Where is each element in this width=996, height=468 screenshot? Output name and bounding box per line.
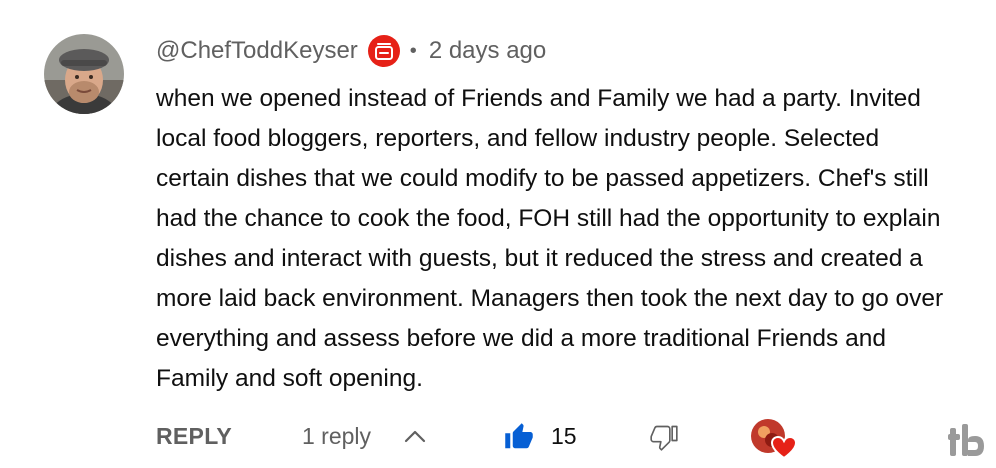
comment-header: @ChefToddKeyser • 2 days ago <box>156 34 546 68</box>
comment-action-bar: REPLY 1 reply 15 <box>0 418 996 460</box>
author-avatar[interactable] <box>44 34 124 114</box>
comment-timestamp[interactable]: 2 days ago <box>429 37 546 65</box>
thumbs-down-icon[interactable] <box>650 423 678 451</box>
thumbs-up-icon[interactable] <box>504 422 534 452</box>
comment-text: when we opened instead of Friends and Fa… <box>156 85 944 392</box>
reply-button[interactable]: REPLY <box>156 423 232 450</box>
header-separator: • <box>409 39 417 62</box>
creator-heart-icon[interactable] <box>750 418 796 460</box>
creator-badge-icon <box>367 35 400 67</box>
avatar-image <box>44 34 124 114</box>
like-count: 15 <box>551 423 577 449</box>
view-replies-button[interactable]: 1 reply <box>302 423 371 450</box>
author-name[interactable]: @ChefToddKeyser <box>156 37 358 65</box>
chevron-up-icon[interactable] <box>402 426 428 446</box>
tubebuddy-logo-icon[interactable] <box>948 424 988 458</box>
